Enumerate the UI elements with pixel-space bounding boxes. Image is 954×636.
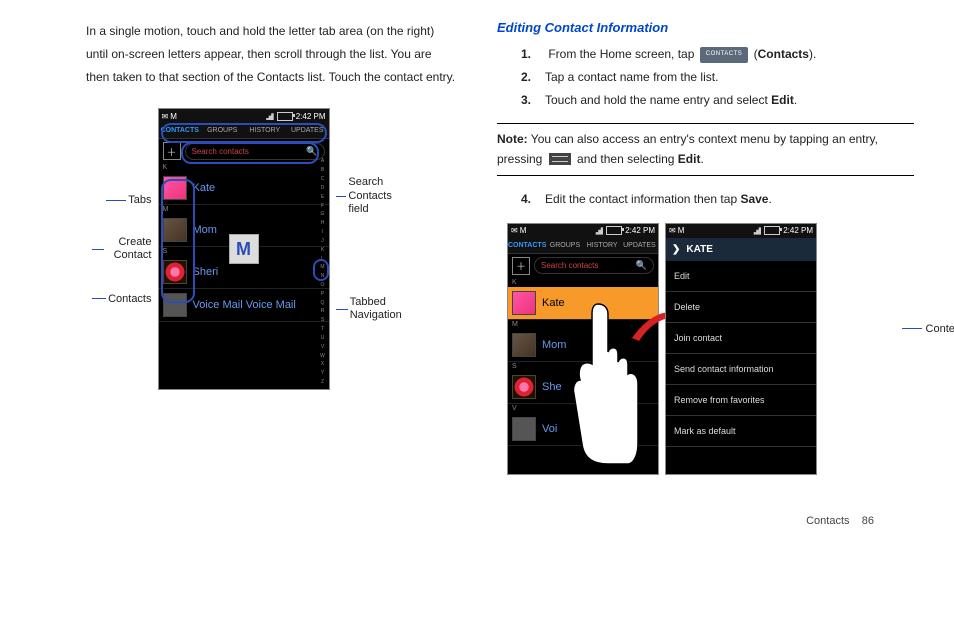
context-menu-screen: ✉M 2:42 PM ❯ KATE EditDeleteJoin contact… [665, 223, 817, 475]
clock: 2:42 PM [296, 112, 326, 121]
context-menu-item[interactable]: Edit [666, 261, 816, 292]
search-input[interactable]: Search contacts🔍 [534, 257, 654, 274]
index-letter[interactable]: T [319, 327, 327, 332]
avatar [512, 333, 536, 357]
section-header: K [159, 163, 329, 172]
letter-overlay: M [229, 234, 259, 264]
label-search-field: Search Contacts field [336, 176, 406, 216]
index-letter[interactable]: O [319, 283, 327, 288]
avatar [512, 291, 536, 315]
contacts-app-icon: CONTACTS [700, 47, 749, 62]
label-tabs: Tabs [92, 194, 152, 206]
index-letter[interactable]: X [319, 362, 327, 367]
index-letter[interactable]: D [319, 186, 327, 191]
avatar [512, 375, 536, 399]
signal-icon [264, 112, 274, 120]
index-letter[interactable]: B [319, 168, 327, 173]
label-tabbed-nav: Tabbed Navigation [336, 296, 406, 322]
step-4: 4.Edit the contact information then tap … [521, 188, 914, 211]
section-header: M [508, 320, 658, 329]
contacts-screen-tap: ✉M 2:42 PM CONTACTS GROUPS HISTORY UPDAT… [507, 223, 659, 475]
context-menu-item[interactable]: Remove from favorites [666, 385, 816, 416]
context-menu-item[interactable]: Delete [666, 292, 816, 323]
contacts-highlight [161, 179, 195, 303]
step-1: 1. From the Home screen, tap CONTACTS (C… [521, 43, 914, 66]
section-header: V [508, 404, 658, 413]
index-letter[interactable]: F [319, 204, 327, 209]
index-letter[interactable]: E [319, 195, 327, 200]
mail-icon: M [170, 112, 177, 121]
tab-groups[interactable]: GROUPS [546, 238, 583, 253]
intro-paragraph: In a single motion, touch and hold the l… [40, 20, 457, 88]
list-item[interactable]: She [508, 371, 658, 404]
index-letter[interactable]: R [319, 309, 327, 314]
index-letter[interactable]: H [319, 221, 327, 226]
menu-icon [549, 153, 571, 165]
section-title: Editing Contact Information [497, 20, 914, 35]
battery-icon [277, 112, 293, 121]
section-header: K [508, 278, 658, 287]
index-letter[interactable]: P [319, 292, 327, 297]
context-menu-item[interactable]: Mark as default [666, 416, 816, 447]
label-contacts: Contacts [92, 293, 152, 305]
index-letter[interactable]: V [319, 345, 327, 350]
chevron-right-icon: ❯ [672, 244, 680, 255]
search-highlight [181, 142, 319, 164]
create-contact-button[interactable]: ＋ [512, 257, 530, 275]
create-contact-button[interactable]: ＋ [163, 142, 181, 160]
step-2: 2.Tap a contact name from the list. [521, 66, 914, 89]
list-item[interactable]: Kate [508, 287, 658, 320]
index-letter[interactable]: A [319, 159, 327, 164]
section-header: S [508, 362, 658, 371]
index-letter[interactable]: J [319, 239, 327, 244]
avatar [512, 417, 536, 441]
label-create-contact: Create Contact [92, 236, 152, 262]
index-letter[interactable]: Z [319, 380, 327, 385]
right-figure: ✉M 2:42 PM CONTACTS GROUPS HISTORY UPDAT… [507, 223, 914, 475]
index-letter[interactable]: I [319, 230, 327, 235]
tab-history[interactable]: HISTORY [584, 238, 621, 253]
tabnav-highlight [313, 259, 329, 281]
index-letter[interactable]: Y [319, 371, 327, 376]
index-letter[interactable]: Q [319, 301, 327, 306]
contacts-screen: ✉ M 2:42 PM CONTACTS GROUPS HISTORY UPDA… [158, 108, 330, 390]
note: Note: You can also access an entry's con… [497, 123, 914, 175]
tab-contacts[interactable]: CONTACTS [508, 238, 546, 253]
index-letter[interactable]: U [319, 336, 327, 341]
index-letter[interactable]: S [319, 318, 327, 323]
tabs-highlight [161, 123, 327, 143]
step-3: 3.Touch and hold the name entry and sele… [521, 89, 914, 112]
context-header: ❯ KATE [666, 238, 816, 261]
index-letter[interactable]: K [319, 248, 327, 253]
index-letter[interactable]: C [319, 177, 327, 182]
left-figure: Tabs Create Contact Contacts ✉ M [40, 108, 457, 390]
context-menu-item[interactable]: Send contact information [666, 354, 816, 385]
status-bar: ✉ M 2:42 PM [159, 109, 329, 123]
context-menu-item[interactable]: Join contact [666, 323, 816, 354]
list-item[interactable]: Mom [508, 329, 658, 362]
list-item[interactable]: Voi [508, 413, 658, 446]
tab-updates[interactable]: UPDATES [621, 238, 658, 253]
gmail-icon: ✉ [162, 112, 169, 121]
page-footer: Contacts 86 [40, 515, 914, 527]
index-letter[interactable]: G [319, 212, 327, 217]
label-context-menu: Context Menu [902, 323, 954, 335]
index-letter[interactable]: W [319, 354, 327, 359]
